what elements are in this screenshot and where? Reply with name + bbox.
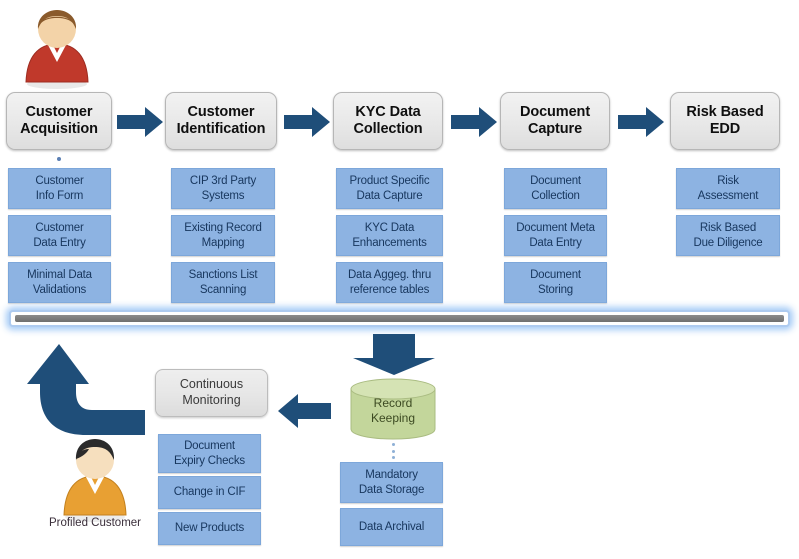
flow-arrow-2 — [284, 106, 330, 138]
stage-title-line2: Identification — [176, 121, 266, 137]
task-line2: Data Entry — [529, 236, 582, 249]
flow-arrow-4 — [618, 106, 664, 138]
continuous-monitoring-box[interactable]: Continuous Monitoring — [155, 369, 268, 417]
down-arrow-to-record-keeping — [352, 334, 436, 376]
task-line1: Change in CIF — [173, 486, 246, 499]
task-line1: CIP 3rd Party — [189, 175, 257, 188]
task-box[interactable]: Risk Based Due Diligence — [676, 215, 780, 256]
stage-title-line1: Customer — [187, 103, 255, 120]
task-box[interactable]: Mandatory Data Storage — [340, 462, 443, 503]
stage-header-customer-identification[interactable]: Customer Identification — [165, 92, 277, 150]
stage-title-line1: Risk Based — [686, 103, 764, 120]
stage-header-kyc-data-collection[interactable]: KYC Data Collection — [333, 92, 443, 150]
task-line2: Data Storage — [358, 483, 425, 496]
task-box[interactable]: New Products — [158, 512, 261, 545]
stage-title-line2: EDD — [709, 121, 741, 137]
loop-back-arrow — [26, 340, 146, 440]
task-box[interactable]: Document Meta Data Entry — [504, 215, 607, 256]
process-divider-bar — [9, 310, 790, 327]
task-line1: Customer — [35, 175, 84, 188]
task-line2: Scanning — [199, 283, 247, 296]
task-line1: Minimal Data — [27, 269, 92, 282]
task-line2: Collection — [531, 189, 580, 202]
task-line2: Expiry Checks — [174, 454, 245, 467]
task-box[interactable]: Document Expiry Checks — [158, 434, 261, 473]
task-line1: Risk — [717, 175, 739, 188]
task-box[interactable]: Document Storing — [504, 262, 607, 303]
task-line1: Customer — [35, 222, 84, 235]
task-line2: Data Capture — [356, 189, 423, 202]
task-line2: Info Form — [35, 189, 84, 202]
stage-title-line2: Collection — [353, 121, 423, 137]
flow-arrow-1 — [117, 106, 163, 138]
task-box[interactable]: Customer Data Entry — [8, 215, 111, 256]
task-box[interactable]: Data Aggeg. thru reference tables — [336, 262, 443, 303]
task-line2: Validations — [32, 283, 87, 296]
task-line2: Systems — [201, 189, 245, 202]
task-line1: Existing Record — [184, 222, 262, 235]
stage-title-line1: KYC Data — [355, 103, 421, 120]
task-box[interactable]: Change in CIF — [158, 476, 261, 509]
task-box[interactable]: Risk Assessment — [676, 168, 780, 209]
task-line1: KYC Data — [364, 222, 415, 235]
task-line1: New Products — [174, 522, 245, 535]
profiled-customer-label: Profiled Customer — [48, 517, 142, 529]
task-line1: Mandatory — [365, 469, 418, 482]
stage-header-risk-based-edd[interactable]: Risk Based EDD — [670, 92, 780, 150]
task-line1: Document Meta — [516, 222, 595, 235]
incoming-customer-avatar — [16, 4, 98, 95]
task-line2: Due Diligence — [693, 236, 763, 249]
task-line1: Data Archival — [358, 520, 425, 533]
task-line2: Enhancements — [352, 236, 427, 249]
task-line1: Data Aggeg. thru — [347, 269, 432, 282]
flow-arrow-3 — [451, 106, 497, 138]
task-box[interactable]: KYC Data Enhancements — [336, 215, 443, 256]
task-line1: Risk Based — [699, 222, 757, 235]
record-keeping-cylinder[interactable]: Record Keeping — [349, 378, 437, 445]
task-box[interactable]: Customer Info Form — [8, 168, 111, 209]
task-line1: Document — [530, 175, 581, 188]
task-line2: Data Entry — [33, 236, 86, 249]
task-box[interactable]: Product Specific Data Capture — [336, 168, 443, 209]
task-line1: Document — [530, 269, 581, 282]
stage-connector-dot — [57, 157, 61, 161]
left-arrow-to-monitoring — [277, 393, 331, 429]
stage-title-line2: Acquisition — [20, 121, 98, 137]
task-line1: Sanctions List — [188, 269, 258, 282]
stage-header-customer-acquisition[interactable]: Customer Acquisition — [6, 92, 112, 150]
profiled-customer-avatar — [55, 434, 135, 527]
stage-title-line1: Document — [519, 103, 591, 120]
monitoring-title-line2: Monitoring — [182, 393, 241, 407]
task-line1: Product Specific — [349, 175, 430, 188]
task-line1: Document — [184, 440, 235, 453]
stage-header-document-capture[interactable]: Document Capture — [500, 92, 610, 150]
task-box[interactable]: Minimal Data Validations — [8, 262, 111, 303]
divider-inner-line — [15, 315, 784, 322]
task-box[interactable]: Sanctions List Scanning — [171, 262, 275, 303]
diagram-canvas: Customer Acquisition Customer Identifica… — [0, 0, 799, 559]
cylinder-connector-dots — [391, 443, 395, 459]
stage-title-line1: Customer — [25, 103, 93, 120]
stage-title-line2: Capture — [527, 121, 583, 137]
monitoring-title-line1: Continuous — [179, 377, 244, 392]
task-line2: reference tables — [349, 283, 430, 296]
task-line2: Mapping — [201, 236, 245, 249]
task-box[interactable]: Existing Record Mapping — [171, 215, 275, 256]
task-line2: Storing — [537, 283, 574, 296]
task-box[interactable]: Document Collection — [504, 168, 607, 209]
task-line2: Assessment — [697, 189, 759, 202]
task-box[interactable]: Data Archival — [340, 508, 443, 546]
task-box[interactable]: CIP 3rd Party Systems — [171, 168, 275, 209]
